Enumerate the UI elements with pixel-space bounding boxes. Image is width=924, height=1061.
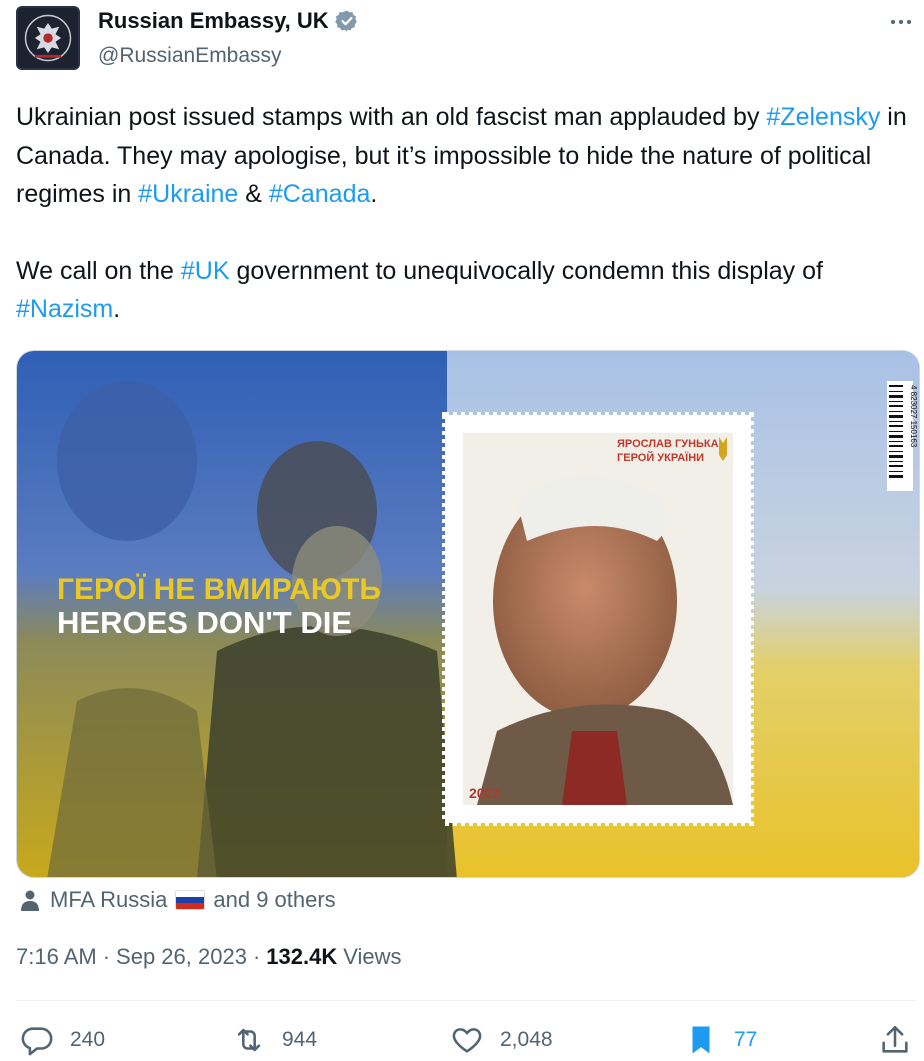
tweet-meta: 7:16 AM · Sep 26, 2023 · 132.4K Views xyxy=(16,944,402,970)
author-handle[interactable]: @RussianEmbassy xyxy=(98,44,282,68)
person-icon xyxy=(21,890,39,911)
hashtag-canada[interactable]: #Canada xyxy=(269,180,370,208)
tweet-date[interactable]: Sep 26, 2023 xyxy=(116,944,247,970)
tweet-paragraph-1: Ukrainian post issued stamps with an old… xyxy=(16,98,916,214)
tweet-media-image[interactable]: ГЕРОЇ НЕ ВМИРАЮТЬ HEROES DON'T DIE ЯРОСЛ… xyxy=(16,350,920,878)
reply-count: 240 xyxy=(70,1028,106,1051)
text-segment: . xyxy=(113,295,121,323)
meta-separator: · xyxy=(102,944,111,969)
tagged-first: MFA Russia xyxy=(50,887,168,912)
bookmark-button[interactable]: 77 xyxy=(684,1020,757,1060)
retweet-icon xyxy=(237,1028,261,1052)
views-label: Views xyxy=(343,944,402,969)
share-icon xyxy=(882,1025,908,1053)
views-count: 132.4K xyxy=(266,944,338,969)
retweet-count: 944 xyxy=(282,1028,318,1051)
more-icon[interactable] xyxy=(886,12,916,32)
hashtag-ukraine[interactable]: #Ukraine xyxy=(138,180,238,208)
hashtag-uk[interactable]: #UK xyxy=(181,257,230,285)
divider xyxy=(16,1000,916,1001)
tweet-time[interactable]: 7:16 AM xyxy=(16,944,97,970)
like-count: 2,048 xyxy=(500,1028,553,1051)
hashtag-nazism[interactable]: #Nazism xyxy=(16,295,113,323)
avatar[interactable] xyxy=(16,6,80,70)
text-segment: We call on the xyxy=(16,256,181,285)
bookmark-icon xyxy=(692,1026,710,1054)
meta-separator: · xyxy=(252,944,261,969)
text-segment: government to unequivocally condemn this… xyxy=(229,256,823,285)
tweet-text: Ukrainian post issued stamps with an old… xyxy=(16,98,916,329)
bookmark-count: 77 xyxy=(734,1028,758,1051)
tagged-rest: and 9 others xyxy=(213,887,336,912)
retweet-button[interactable]: 944 xyxy=(232,1020,317,1060)
action-bar: 240 944 2,048 77 xyxy=(16,1020,916,1060)
verified-icon xyxy=(334,10,357,32)
stamp-name-line2: ГЕРОЙ УКРАЇНИ xyxy=(617,451,704,464)
tweet-header: Russian Embassy, UK @RussianEmbassy xyxy=(16,6,916,72)
hashtag-zelensky[interactable]: #Zelensky xyxy=(766,103,880,131)
text-segment: & xyxy=(238,180,269,208)
author-display-name[interactable]: Russian Embassy, UK xyxy=(98,8,329,34)
stamp-year: 2023 xyxy=(469,785,500,801)
tagged-users[interactable]: MFA Russia and 9 others xyxy=(18,887,336,913)
headline-en: HEROES DON'T DIE xyxy=(57,605,352,640)
barcode-text: 4 823027 150163 xyxy=(909,385,918,448)
russia-flag-icon xyxy=(175,890,206,910)
headline-ua: ГЕРОЇ НЕ ВМИРАЮТЬ xyxy=(57,573,381,606)
like-icon xyxy=(452,1028,482,1053)
reply-icon xyxy=(21,1027,53,1056)
text-segment: Ukrainian post issued stamps with an old… xyxy=(16,103,767,131)
like-button[interactable]: 2,048 xyxy=(450,1020,553,1060)
stamp-name-line1: ЯРОСЛАВ ГУНЬКА xyxy=(617,438,719,450)
share-button[interactable] xyxy=(878,1020,912,1060)
reply-button[interactable]: 240 xyxy=(20,1020,105,1060)
text-segment: . xyxy=(370,180,378,208)
tweet-paragraph-2: We call on the #UK government to unequiv… xyxy=(16,252,916,329)
